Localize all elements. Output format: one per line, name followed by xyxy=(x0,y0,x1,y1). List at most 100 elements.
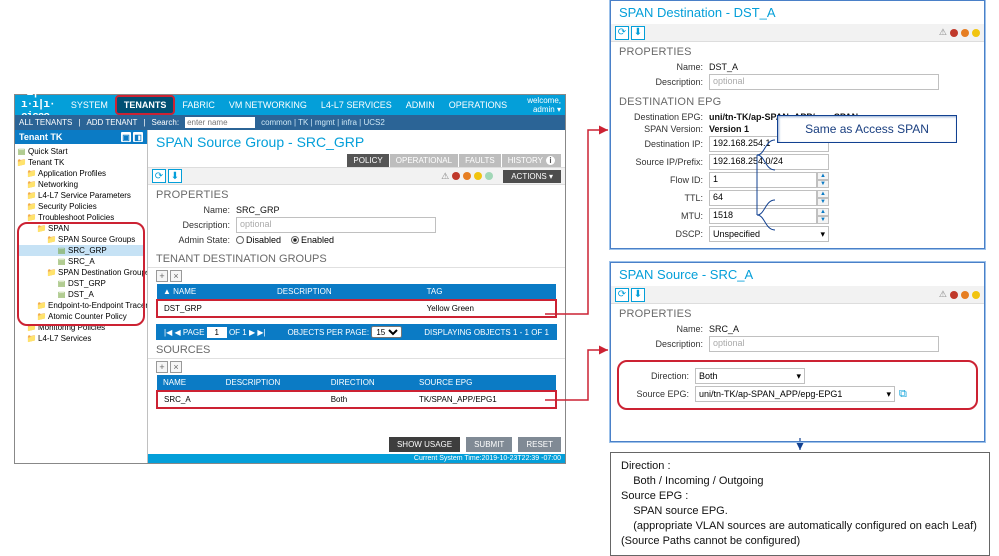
tree-node[interactable]: SPAN Destination Groups xyxy=(17,267,145,278)
tree-node[interactable]: DST_A xyxy=(17,289,145,300)
tree-title: Tenant TK xyxy=(19,132,62,142)
fault-major-icon[interactable] xyxy=(961,29,969,37)
menu-vm-networking[interactable]: VM NETWORKING xyxy=(222,95,314,115)
src-col-dir[interactable]: DIRECTION xyxy=(325,375,413,391)
actions-dropdown[interactable]: ACTIONS ▾ xyxy=(503,170,561,183)
link-all-tenants[interactable]: ALL TENANTS xyxy=(19,118,72,127)
tree-node[interactable]: Quick Start xyxy=(17,146,145,157)
pager-page-input[interactable] xyxy=(207,327,227,338)
tree-node[interactable]: L4-L7 Service Parameters xyxy=(17,190,145,201)
tab-history[interactable]: HISTORYi xyxy=(502,154,561,167)
submit-button[interactable]: SUBMIT xyxy=(466,437,512,452)
menu-operations[interactable]: OPERATIONS xyxy=(442,95,514,115)
col-tag[interactable]: TAG xyxy=(421,284,556,300)
menu-admin[interactable]: ADMIN xyxy=(399,95,442,115)
p1-description-input[interactable]: optional xyxy=(709,74,939,90)
tree-node[interactable]: Tenant TK xyxy=(17,157,145,168)
menu-fabric[interactable]: FABRIC xyxy=(175,95,222,115)
fault-critical-icon[interactable] xyxy=(950,29,958,37)
refresh-icon[interactable]: ⟳ xyxy=(615,26,629,40)
src-col-epg[interactable]: SOURCE EPG xyxy=(413,375,556,391)
tree-node[interactable]: Troubleshoot Policies xyxy=(17,212,145,223)
search-input[interactable] xyxy=(185,117,255,128)
tree-node[interactable]: Security Policies xyxy=(17,201,145,212)
tree-node-label: SRC_GRP xyxy=(68,246,107,255)
tree-node[interactable]: Endpoint-to-Endpoint Traceroute Pol... xyxy=(17,300,145,311)
radio-enabled[interactable]: Enabled xyxy=(291,235,334,245)
tdg-row[interactable]: DST_GRP Yellow Green xyxy=(157,300,556,317)
tree-node[interactable]: Networking xyxy=(17,179,145,190)
refresh-icon[interactable]: ⟳ xyxy=(152,169,166,183)
tree-node[interactable]: DST_GRP xyxy=(17,278,145,289)
tree-node-label: Monitoring Policies xyxy=(38,323,105,332)
remove-source-icon[interactable]: × xyxy=(170,361,182,373)
p1-sip-input[interactable]: 192.168.254.0/24 xyxy=(709,154,829,170)
tree-node[interactable]: SPAN xyxy=(17,223,145,234)
spin-down-icon[interactable]: ▼ xyxy=(817,180,829,188)
reset-button[interactable]: RESET xyxy=(518,437,561,452)
refresh-icon[interactable]: ⟳ xyxy=(615,288,629,302)
tree-node[interactable]: SRC_A xyxy=(17,256,145,267)
tree-node-label: SRC_A xyxy=(68,257,95,266)
remove-icon[interactable]: × xyxy=(170,270,182,282)
tenant-crumbs[interactable]: common | TK | mgmt | infra | UCS2 xyxy=(261,118,385,127)
col-name[interactable]: ▲ NAME xyxy=(157,284,271,300)
welcome-user[interactable]: welcome, admin ▾ xyxy=(514,96,565,114)
p2-description-input[interactable]: optional xyxy=(709,336,939,352)
menu-system[interactable]: SYSTEM xyxy=(64,95,115,115)
src-col-desc[interactable]: DESCRIPTION xyxy=(220,375,325,391)
download-icon[interactable]: ⬇ xyxy=(168,169,182,183)
tree-node[interactable]: L4-L7 Services xyxy=(17,333,145,344)
tree-node[interactable]: SPAN Source Groups xyxy=(17,234,145,245)
tree-node[interactable]: Atomic Counter Policy xyxy=(17,311,145,322)
p1-mtu-input[interactable]: 1518 xyxy=(709,208,817,224)
nav-tree[interactable]: Quick StartTenant TKApplication Profiles… xyxy=(15,144,147,463)
fault-minor-icon[interactable] xyxy=(972,291,980,299)
fault-major-icon[interactable] xyxy=(961,291,969,299)
tree-node[interactable]: SRC_GRP xyxy=(17,245,145,256)
pager-next-icon[interactable]: ▶ ▶| xyxy=(249,328,266,337)
tree-node[interactable]: Application Profiles xyxy=(17,168,145,179)
p2-source-epg-select[interactable]: uni/tn-TK/ap-SPAN_APP/epg-EPG1▾ xyxy=(695,386,895,402)
spin-up-icon[interactable]: ▲ xyxy=(817,208,829,216)
fault-critical-icon[interactable] xyxy=(950,291,958,299)
show-usage-button[interactable]: SHOW USAGE xyxy=(389,437,460,452)
fault-minor-icon[interactable] xyxy=(972,29,980,37)
fault-minor-icon[interactable] xyxy=(474,172,482,180)
ext-link-icon[interactable]: ⧉ xyxy=(899,388,907,401)
download-icon[interactable]: ⬇ xyxy=(631,288,645,302)
tab-operational[interactable]: OPERATIONAL xyxy=(390,154,458,167)
p1-dscp-select[interactable]: Unspecified▾ xyxy=(709,226,829,242)
opp-select[interactable]: 15 xyxy=(371,326,402,338)
pager-prev-icon[interactable]: |◀ ◀ xyxy=(164,328,181,337)
menu-l4l7-services[interactable]: L4-L7 SERVICES xyxy=(314,95,399,115)
p1-flow-input[interactable]: 1 xyxy=(709,172,817,188)
spin-down-icon[interactable]: ▼ xyxy=(817,198,829,206)
p1-ttl-input[interactable]: 64 xyxy=(709,190,817,206)
tree-node[interactable]: Monitoring Policies xyxy=(17,322,145,333)
p2-direction-select[interactable]: Both▾ xyxy=(695,368,805,384)
description-input[interactable]: optional xyxy=(236,217,436,233)
tab-policy[interactable]: POLICY xyxy=(347,154,388,167)
info-icon[interactable]: i xyxy=(546,156,555,165)
add-icon[interactable]: + xyxy=(156,270,168,282)
fault-warning-icon[interactable] xyxy=(485,172,493,180)
spin-down-icon[interactable]: ▼ xyxy=(817,216,829,224)
menu-tenants[interactable]: TENANTS xyxy=(115,95,176,115)
tab-faults[interactable]: FAULTS xyxy=(459,154,501,167)
add-source-icon[interactable]: + xyxy=(156,361,168,373)
page-title: SPAN Source Group - SRC_GRP xyxy=(148,130,565,154)
link-add-tenant[interactable]: ADD TENANT xyxy=(86,118,137,127)
tree-collapse-icon[interactable]: ◧ xyxy=(133,132,143,142)
src-col-name[interactable]: NAME xyxy=(157,375,220,391)
fault-major-icon[interactable] xyxy=(463,172,471,180)
fault-critical-icon[interactable] xyxy=(452,172,460,180)
spin-up-icon[interactable]: ▲ xyxy=(817,190,829,198)
content-pane: SPAN Source Group - SRC_GRP POLICY OPERA… xyxy=(148,130,565,463)
src-row[interactable]: SRC_A Both TK/SPAN_APP/EPG1 xyxy=(157,391,556,408)
col-desc[interactable]: DESCRIPTION xyxy=(271,284,421,300)
tree-expand-icon[interactable]: ▣ xyxy=(121,132,131,142)
download-icon[interactable]: ⬇ xyxy=(631,26,645,40)
radio-disabled[interactable]: Disabled xyxy=(236,235,281,245)
spin-up-icon[interactable]: ▲ xyxy=(817,172,829,180)
